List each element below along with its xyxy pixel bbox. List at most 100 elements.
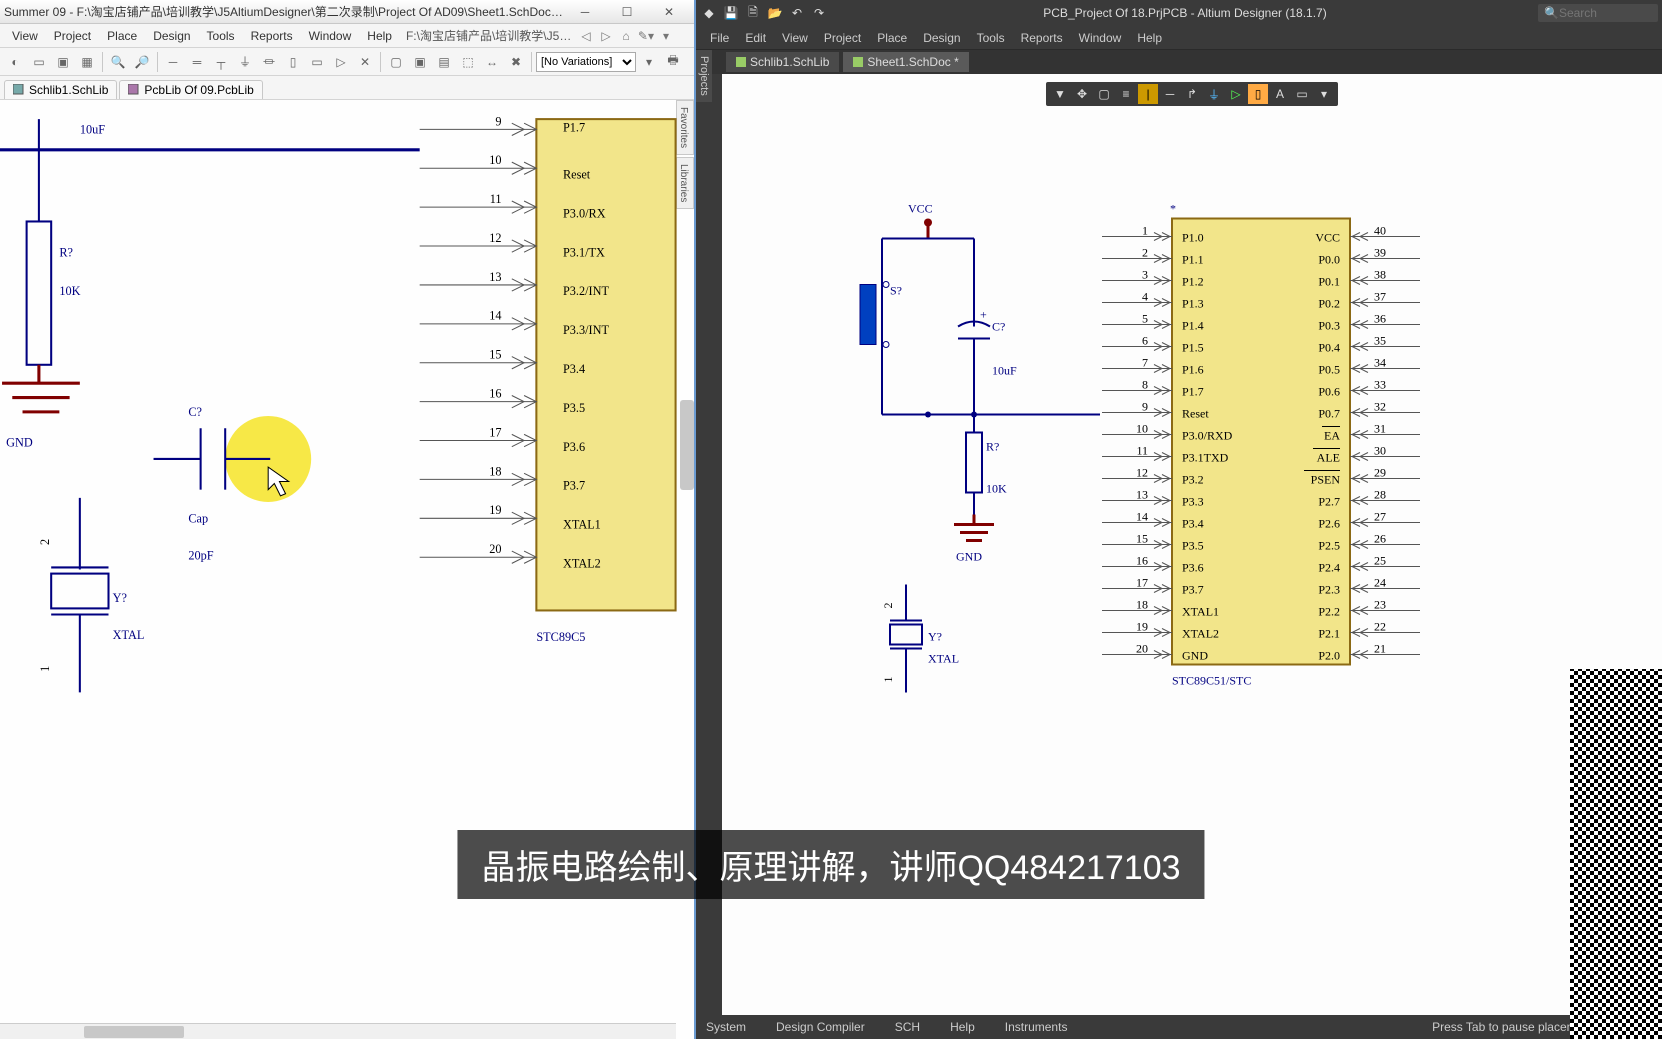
wire-icon[interactable]: ─ [1160, 84, 1180, 104]
status-sch[interactable]: SCH [895, 1020, 920, 1034]
print-icon[interactable]: 🖶 [662, 51, 684, 73]
gnd-icon[interactable]: ⏚ [1204, 84, 1224, 104]
search-box[interactable]: 🔍 [1538, 4, 1658, 22]
menu-place[interactable]: Place [869, 29, 915, 47]
tool-icon[interactable]: ▾ [657, 27, 675, 45]
tab-pcblib[interactable]: PcbLib Of 09.PcbLib [119, 80, 262, 99]
align-icon[interactable]: ≡ [1116, 84, 1136, 104]
zoom2-icon[interactable]: 🔎 [131, 51, 153, 73]
part-icon[interactable]: ▯ [282, 51, 304, 73]
undo-icon[interactable]: ↶ [788, 4, 806, 22]
menu-design[interactable]: Design [915, 29, 968, 47]
net-icon[interactable]: ↱ [1182, 84, 1202, 104]
svg-text:P3.5: P3.5 [563, 401, 585, 415]
close-button[interactable]: ✕ [648, 1, 690, 23]
svg-text:P3.0/RX: P3.0/RX [563, 206, 606, 220]
open-icon[interactable]: 📂 [766, 4, 784, 22]
move-icon[interactable]: ↔ [481, 51, 503, 73]
more-icon[interactable]: ▾ [1314, 84, 1334, 104]
svg-text:S?: S? [890, 284, 902, 298]
svg-text:P2.7: P2.7 [1318, 495, 1340, 509]
text-icon[interactable]: A [1270, 84, 1290, 104]
minimize-button[interactable]: ─ [564, 1, 606, 23]
menu-edit[interactable]: Edit [737, 29, 774, 47]
hscroll-thumb[interactable] [84, 1026, 184, 1038]
menu-path[interactable]: F:\淘宝店铺产品\培训教学\J5Altiu ▾ [406, 27, 576, 44]
maximize-button[interactable]: ☐ [606, 1, 648, 23]
status-help[interactable]: Help [950, 1020, 975, 1034]
menu-file[interactable]: File [702, 29, 737, 47]
port-icon[interactable]: ▷ [1226, 84, 1246, 104]
tool-btn-3[interactable]: ▣ [52, 51, 74, 73]
svg-text:26: 26 [1374, 532, 1386, 546]
svg-text:P3.3: P3.3 [1182, 495, 1204, 509]
menu-reports[interactable]: Reports [243, 27, 301, 45]
left-doc-tabs: Schlib1.SchLib PcbLib Of 09.PcbLib [0, 76, 694, 100]
cross-icon[interactable]: ✕ [354, 51, 376, 73]
svg-text:P0.2: P0.2 [1318, 297, 1340, 311]
nav-fwd-icon[interactable]: ▷ [597, 27, 615, 45]
rect-icon[interactable]: ▭ [1292, 84, 1312, 104]
menu-window[interactable]: Window [1071, 29, 1130, 47]
sel-icon[interactable]: ⬚ [457, 51, 479, 73]
move-icon[interactable]: ✥ [1072, 84, 1092, 104]
svg-text:9: 9 [1142, 400, 1148, 414]
menu-design[interactable]: Design [145, 27, 198, 45]
rect3-icon[interactable]: ▤ [433, 51, 455, 73]
variations-select[interactable]: [No Variations] [536, 52, 636, 72]
svg-text:Reset: Reset [1182, 407, 1209, 421]
saveall-icon[interactable]: 🗎 [744, 4, 762, 22]
tool-btn-2[interactable]: ▭ [28, 51, 50, 73]
brush-icon[interactable]: ✎▾ [637, 27, 655, 45]
menu-view[interactable]: View [4, 27, 46, 45]
menu-view[interactable]: View [774, 29, 816, 47]
tab-sheet1[interactable]: Sheet1.SchDoc * [843, 52, 968, 72]
filter-icon[interactable]: ▼ [1050, 84, 1070, 104]
part-icon[interactable]: ▯ [1248, 84, 1268, 104]
var-icon[interactable]: ▾ [638, 51, 660, 73]
svg-text:P3.2/INT: P3.2/INT [563, 284, 610, 298]
svg-text:P3.7: P3.7 [1182, 583, 1204, 597]
status-system[interactable]: System [706, 1020, 746, 1034]
bus-icon[interactable]: ═ [186, 51, 208, 73]
menu-window[interactable]: Window [301, 27, 360, 45]
rect-icon[interactable]: ▢ [385, 51, 407, 73]
net-icon[interactable]: ┬ [210, 51, 232, 73]
menu-tools[interactable]: Tools [969, 29, 1013, 47]
vcc-icon[interactable]: ⏛ [258, 51, 280, 73]
status-compiler[interactable]: Design Compiler [776, 1020, 865, 1034]
status-instr[interactable]: Instruments [1005, 1020, 1068, 1034]
cross2-icon[interactable]: ✖ [505, 51, 527, 73]
svg-text:XTAL: XTAL [928, 652, 959, 666]
tab-schlib[interactable]: Schlib1.SchLib [4, 80, 117, 99]
left-hscroll[interactable] [0, 1023, 676, 1039]
menu-reports[interactable]: Reports [1013, 29, 1071, 47]
sheet-icon[interactable]: ▭ [306, 51, 328, 73]
zoom-icon[interactable]: 🔍 [107, 51, 129, 73]
menu-tools[interactable]: Tools [199, 27, 243, 45]
redo-icon[interactable]: ↷ [810, 4, 828, 22]
menu-help[interactable]: Help [1129, 29, 1170, 47]
menu-project[interactable]: Project [46, 27, 99, 45]
svg-text:P0.3: P0.3 [1318, 319, 1340, 333]
nav-home-icon[interactable]: ⌂ [617, 27, 635, 45]
search-input[interactable] [1559, 6, 1639, 20]
wire-icon[interactable]: ─ [162, 51, 184, 73]
menu-place[interactable]: Place [99, 27, 145, 45]
menu-project[interactable]: Project [816, 29, 869, 47]
tab-schlib[interactable]: Schlib1.SchLib [726, 52, 839, 72]
tool-btn-1[interactable]: ◐ [4, 51, 26, 73]
gnd-icon[interactable]: ⏚ [234, 51, 256, 73]
tool-btn-4[interactable]: ▦ [76, 51, 98, 73]
save-icon[interactable]: 💾 [722, 4, 740, 22]
svg-text:21: 21 [1374, 642, 1386, 656]
sel-icon[interactable]: ▢ [1094, 84, 1114, 104]
svg-text:29: 29 [1374, 466, 1386, 480]
align2-icon[interactable]: | [1138, 84, 1158, 104]
svg-text:P1.7: P1.7 [1182, 385, 1204, 399]
port-icon[interactable]: ▷ [330, 51, 352, 73]
menu-help[interactable]: Help [359, 27, 400, 45]
rect2-icon[interactable]: ▣ [409, 51, 431, 73]
svg-text:39: 39 [1374, 246, 1386, 260]
nav-back-icon[interactable]: ◁ [577, 27, 595, 45]
